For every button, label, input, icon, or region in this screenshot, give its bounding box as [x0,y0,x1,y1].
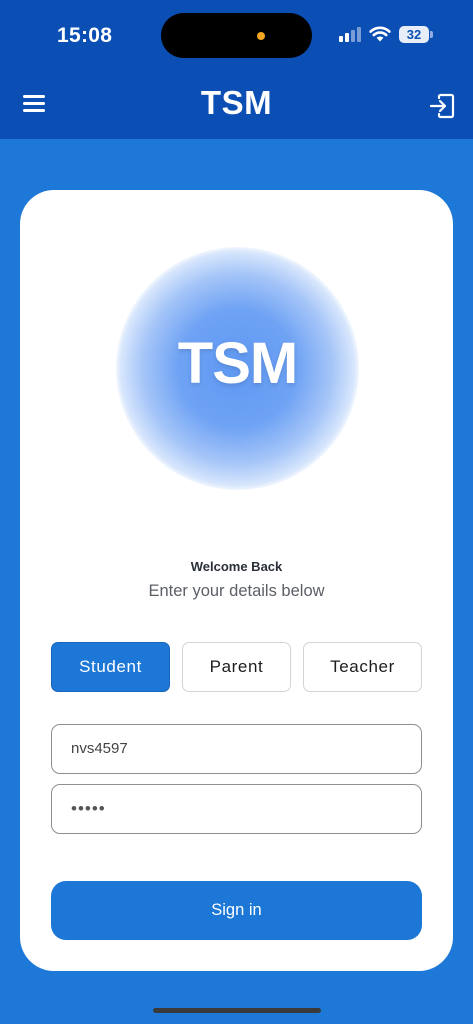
app-logo: TSM [177,331,298,396]
header-title: TSM [200,84,273,121]
username-input[interactable]: nvs4597 [51,724,422,774]
welcome-subtitle: Enter your details below [148,582,325,600]
wifi-icon [369,26,391,42]
welcome-title: Welcome Back [190,559,283,574]
role-student-button[interactable]: Student [51,642,170,692]
battery-tip [430,31,433,38]
role-teacher-button[interactable]: Teacher [303,642,422,692]
signin-button[interactable]: Sign in [51,881,422,940]
battery-icon: 32 [399,26,429,43]
cellular-signal-icon [339,26,363,42]
home-indicator [153,1008,321,1013]
logout-icon[interactable] [428,92,456,120]
privacy-indicator-dot [257,32,265,40]
password-input[interactable]: ••••• [51,784,422,834]
status-time: 15:08 [57,24,113,47]
status-bar: 15:08 32 [0,0,473,66]
battery-level: 32 [406,27,422,42]
role-parent-button[interactable]: Parent [182,642,291,692]
login-card: TSM Welcome Back Enter your details belo… [20,190,453,971]
dynamic-island [161,13,312,58]
app-header: TSM [0,66,473,139]
